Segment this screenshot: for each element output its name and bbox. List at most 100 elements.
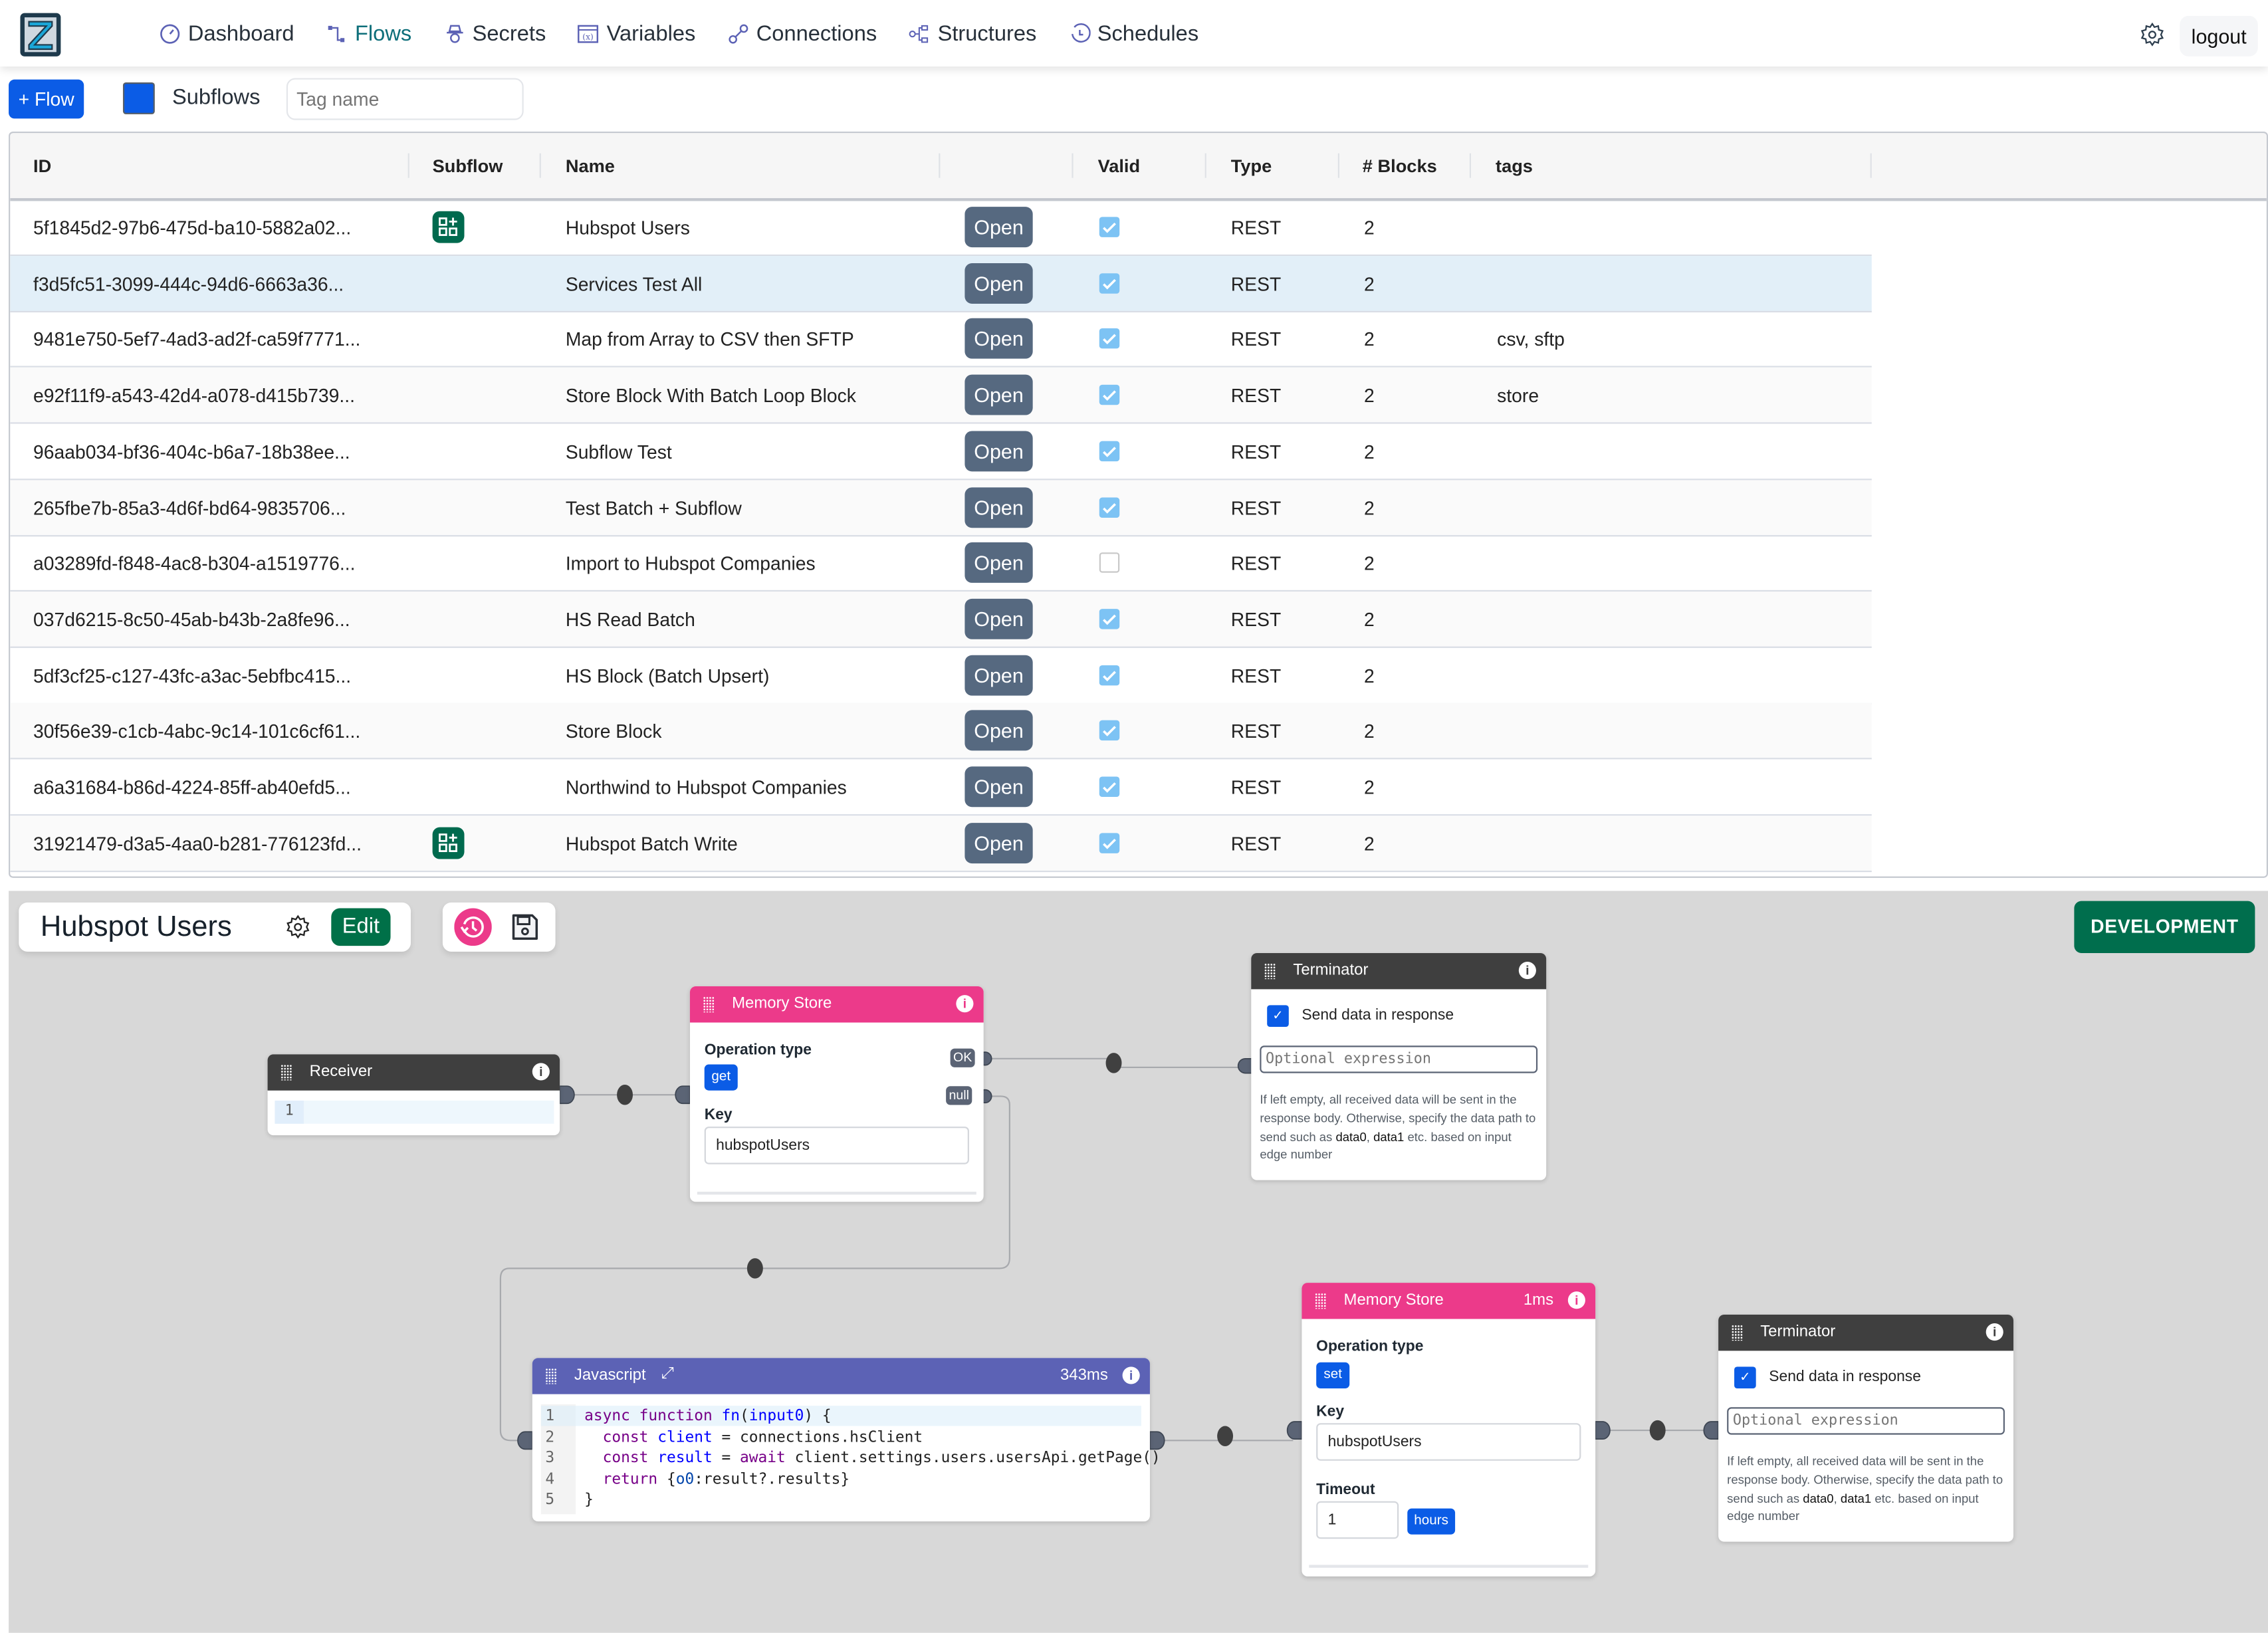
open-flow-button[interactable]: Open [964,374,1033,415]
drag-handle-icon[interactable] [1264,963,1276,980]
flow-title: Hubspot Users [40,911,232,943]
expand-icon[interactable]: ⤢ [661,1365,673,1384]
history-icon[interactable] [454,908,492,946]
table-row[interactable]: 96aab034-bf36-404c-b6a7-18b38ee... Subflo… [10,423,1872,480]
terminator-node-2[interactable]: Terminator i ✓ Send data in response If … [1718,1315,2014,1542]
info-icon[interactable]: i [1567,1291,1585,1309]
timeout-unit-button[interactable]: hours [1407,1508,1456,1535]
column-header-id[interactable]: ID [33,156,51,176]
drag-handle-icon[interactable] [1315,1293,1327,1309]
table-row[interactable]: 265fbe7b-85a3-4d6f-bd64-9835706... Test B… [10,479,1872,536]
table-row[interactable]: 5f1845d2-97b6-475d-ba10-5882a02... Hubspo… [10,199,1872,257]
memory-store-set-node[interactable]: Memory Store 1ms i Operation type set Ke… [1302,1283,1596,1577]
open-flow-button[interactable]: Open [964,598,1033,639]
table-row[interactable]: 5df3cf25-c127-43fc-a3ac-5ebfbc415... HS B… [10,647,1872,704]
nav-connections[interactable]: Connections [727,21,877,46]
terminator-node-1[interactable]: Terminator i ✓ Send data in response If … [1251,952,1547,1180]
column-divider[interactable] [939,153,941,178]
drag-handle-icon[interactable] [703,996,715,1013]
open-flow-button[interactable]: Open [964,431,1033,471]
open-flow-button[interactable]: Open [964,318,1033,360]
table-row[interactable]: a6a31684-b86d-4224-85ff-ab40efd5... North… [10,759,1872,816]
nav-variables[interactable]: (x) Variables [578,21,695,46]
column-header-blocks[interactable]: # Blocks [1363,156,1437,176]
column-header-tags[interactable]: tags [1496,156,1533,176]
flow-canvas[interactable]: Hubspot Users Edit DEVELOPMENT Receiver … [9,891,2268,1633]
open-flow-button[interactable]: Open [964,263,1033,304]
gear-icon[interactable] [2139,22,2165,48]
column-header-type[interactable]: Type [1231,156,1272,176]
open-flow-button[interactable]: Open [964,654,1033,695]
column-divider[interactable] [539,153,541,178]
drag-handle-icon[interactable] [281,1064,292,1081]
send-data-checkbox[interactable]: ✓ [1267,1005,1289,1027]
column-divider[interactable] [407,153,409,178]
open-flow-button[interactable]: Open [964,710,1033,752]
info-icon[interactable]: i [532,1063,550,1081]
table-row[interactable]: 30f56e39-c1cb-4abc-9c14-101c6cf61... Stor… [10,703,1872,760]
nav-structures[interactable]: Structures [909,21,1036,46]
open-flow-button[interactable]: Open [964,487,1033,528]
column-divider[interactable] [1204,153,1206,178]
column-header-name[interactable]: Name [566,156,615,176]
table-row[interactable]: f3d5fc51-3099-444c-94d6-6663a36... Servic… [10,255,1872,312]
info-icon[interactable]: i [956,995,974,1013]
open-flow-button[interactable]: Open [964,542,1033,584]
column-divider[interactable] [1870,153,1872,178]
node-header[interactable]: Memory Store 1ms i [1302,1283,1596,1319]
info-icon[interactable]: i [1122,1366,1140,1384]
column-header-subflow[interactable]: Subflow [433,156,503,176]
table-row[interactable]: 9481e750-5ef7-4ad3-ad2f-ca59f7771... Map … [10,312,1872,368]
receiver-node[interactable]: Receiver i 1 [267,1054,560,1136]
table-row[interactable]: a03289fd-f848-4ac8-b304-a1519776... Impor… [10,536,1872,592]
receiver-editor[interactable]: 1 [275,1100,554,1124]
key-input[interactable]: hubspotUsers [704,1127,969,1164]
code-token: fn [721,1407,740,1425]
nav-schedules[interactable]: Schedules [1068,21,1198,46]
app-logo[interactable] [17,11,64,58]
save-icon[interactable] [510,913,540,942]
table-row[interactable]: e92f11f9-a543-42d4-a078-d415b739... Store… [10,367,1872,424]
operation-get-button[interactable]: get [704,1064,738,1091]
table-row[interactable]: 31921479-d3a5-4aa0-b281-776123fd... Hubsp… [10,815,1872,872]
expression-input[interactable] [1727,1407,2005,1435]
logout-button[interactable]: logout [2180,15,2259,56]
node-header[interactable]: Terminator i [1718,1315,2014,1351]
code-token: const [602,1449,658,1467]
column-divider[interactable] [1072,153,1074,178]
code-editor[interactable]: 1 async function fn(input0) {2 const clie… [540,1404,1161,1515]
tag-name-input[interactable] [286,78,524,120]
add-flow-button[interactable]: + Flow [9,79,84,119]
node-header[interactable]: Terminator i [1251,952,1547,990]
subflows-checkbox[interactable] [122,82,155,114]
flow-settings-gear-icon[interactable] [285,914,311,940]
expression-input[interactable] [1260,1045,1538,1073]
drag-handle-icon[interactable] [545,1368,557,1384]
node-header[interactable]: Memory Store i [689,986,984,1023]
nav-dashboard[interactable]: Dashboard [159,21,294,46]
open-flow-button[interactable]: Open [964,822,1033,863]
timeout-input[interactable]: 1 [1316,1501,1399,1539]
memory-store-get-node[interactable]: Memory Store i Operation type get Key hu… [689,986,984,1202]
column-divider[interactable] [1469,153,1472,178]
nav-flows[interactable]: Flows [326,21,411,46]
edit-button[interactable]: Edit [331,908,391,946]
open-flow-button[interactable]: Open [964,207,1033,248]
drag-handle-icon[interactable] [1731,1325,1744,1341]
column-header-valid[interactable]: Valid [1098,156,1141,176]
javascript-node[interactable]: Javascript ⤢ 343ms i 1 async function fn(… [532,1358,1161,1522]
environment-button[interactable]: DEVELOPMENT [2074,901,2255,953]
key-input[interactable]: hubspotUsers [1316,1423,1581,1461]
flow-type: REST [1230,720,1282,742]
node-header[interactable]: Receiver i [267,1054,560,1091]
open-flow-button[interactable]: Open [964,766,1033,808]
send-data-checkbox[interactable]: ✓ [1734,1366,1756,1388]
nav-secrets[interactable]: Secrets [443,21,546,46]
info-icon[interactable]: i [1985,1323,2003,1341]
column-divider[interactable] [1337,153,1339,178]
info-icon[interactable]: i [1518,962,1536,980]
table-row[interactable] [10,871,1872,877]
operation-set-button[interactable]: set [1316,1362,1350,1388]
node-header[interactable]: Javascript ⤢ 343ms i [532,1358,1150,1394]
table-row[interactable]: 037d6215-8c50-45ab-b43b-2a8fe96... HS Rea… [10,591,1872,648]
